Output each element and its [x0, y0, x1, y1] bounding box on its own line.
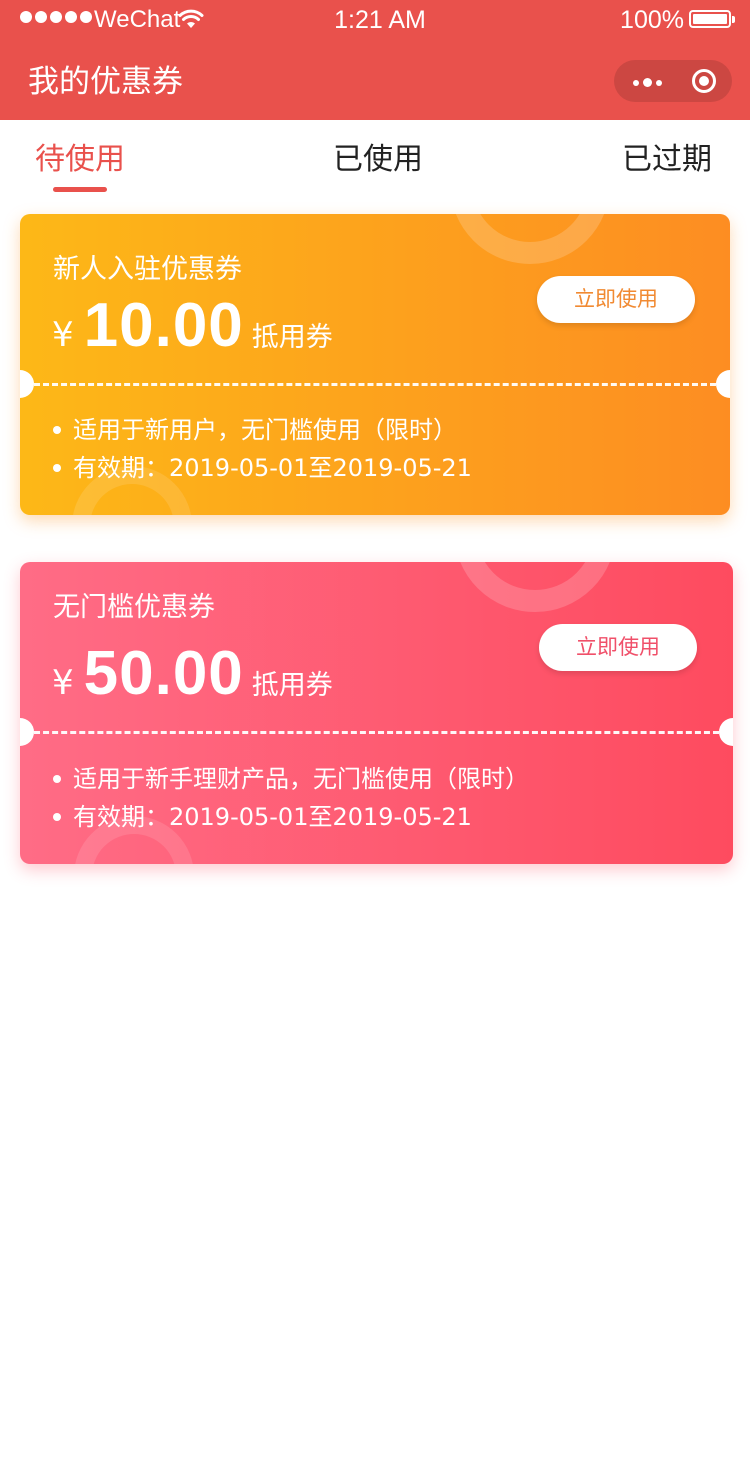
more-dots-icon[interactable]	[633, 78, 662, 87]
decorative-ring	[450, 214, 610, 264]
currency-symbol: ¥	[52, 663, 74, 703]
coupon-price: ¥ 10.00 抵用券	[52, 290, 333, 361]
use-now-button[interactable]: 立即使用	[537, 276, 695, 323]
rule-item: 适用于新手理财产品，无门槛使用（限时）	[53, 760, 529, 798]
tab-used[interactable]: 已使用	[333, 140, 423, 180]
rule-item: 适用于新用户，无门槛使用（限时）	[53, 411, 472, 449]
perforation-line	[34, 731, 719, 734]
ticket-notch	[719, 718, 733, 746]
tab-unused[interactable]: 待使用	[35, 140, 125, 180]
coupon-name: 无门槛优惠券	[53, 592, 215, 623]
app-header: WeChat 1:21 AM 100% 我的优惠券	[0, 0, 750, 120]
ticket-notch	[716, 370, 730, 398]
coupon-amount: 50.00	[83, 639, 244, 708]
battery-icon	[689, 10, 735, 28]
coupon-rules: 适用于新手理财产品，无门槛使用（限时） 有效期：2019-05-01至2019-…	[53, 760, 529, 836]
coupon-rules: 适用于新用户，无门槛使用（限时） 有效期：2019-05-01至2019-05-…	[53, 411, 472, 487]
coupon-price: ¥ 50.00 抵用券	[52, 638, 333, 709]
coupon-name: 新人入驻优惠券	[53, 254, 242, 285]
miniprogram-capsule	[614, 60, 732, 102]
target-circle-icon[interactable]	[692, 69, 716, 93]
perforation-line	[34, 383, 716, 386]
status-bar: WeChat 1:21 AM 100%	[0, 0, 750, 40]
coupon-card: 无门槛优惠券 ¥ 50.00 抵用券 立即使用 适用于新手理财产品，无门槛使用（…	[20, 562, 733, 864]
coupon-unit: 抵用券	[251, 670, 333, 701]
coupon-amount: 10.00	[83, 291, 244, 360]
active-tab-indicator	[53, 187, 107, 192]
ticket-notch	[20, 370, 34, 398]
coupon-tabs: 待使用 已使用 已过期	[0, 120, 750, 200]
coupon-unit: 抵用券	[251, 322, 333, 353]
battery-percent: 100%	[620, 6, 684, 34]
ticket-notch	[20, 718, 34, 746]
page-title: 我的优惠券	[28, 64, 183, 100]
rule-item: 有效期：2019-05-01至2019-05-21	[53, 798, 529, 836]
decorative-ring	[454, 562, 616, 612]
coupon-card: 新人入驻优惠券 ¥ 10.00 抵用券 立即使用 适用于新用户，无门槛使用（限时…	[20, 214, 730, 515]
tab-expired[interactable]: 已过期	[622, 140, 712, 180]
currency-symbol: ¥	[52, 315, 74, 355]
use-now-button[interactable]: 立即使用	[539, 624, 697, 671]
rule-item: 有效期：2019-05-01至2019-05-21	[53, 449, 472, 487]
